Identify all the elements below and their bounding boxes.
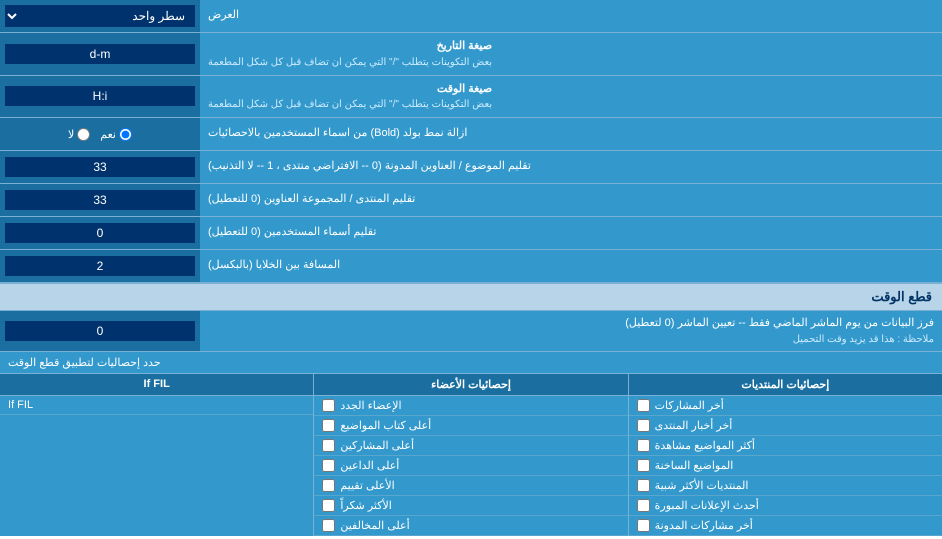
list-item: أحدث الإعلانات المبورة (629, 496, 942, 516)
display-mode-label: العرض (200, 0, 942, 32)
checkbox-top-topic-writers[interactable] (322, 419, 335, 432)
list-item: أخر أخبار المنتدى (629, 416, 942, 436)
display-mode-row: العرض سطر واحد سطران ثلاثة أسطر (0, 0, 942, 33)
bold-no-radio[interactable] (77, 128, 90, 141)
list-item-extra: If FIL (0, 396, 313, 415)
checkbox-most-thanked[interactable] (322, 499, 335, 512)
bold-remove-radio-cell: نعم لا (0, 118, 200, 150)
checkbox-hot-topics[interactable] (637, 459, 650, 472)
bold-remove-label: ازالة نمط بولد (Bold) من اسماء المستخدمي… (200, 118, 942, 150)
checkbox-last-posts[interactable] (637, 399, 650, 412)
time-format-input-cell (0, 76, 200, 118)
time-format-label-line2: بعض التكوينات يتطلب "/" التي يمكن ان تضا… (208, 97, 492, 112)
freeze-data-input-cell (0, 311, 200, 351)
cell-spacing-label: المسافة بين الخلايا (بالبكسل) (200, 250, 942, 282)
display-mode-select[interactable]: سطر واحد سطران ثلاثة أسطر (5, 5, 195, 27)
limit-label: حدد إحصاليات لتطبيق قطع الوقت (8, 356, 161, 369)
username-trim-input-cell (0, 217, 200, 249)
checkbox-top-inviters[interactable] (322, 459, 335, 472)
checkbox-top-posters[interactable] (322, 439, 335, 452)
freeze-data-main: فرز البيانات من يوم الماشر الماضي فقط --… (208, 315, 934, 332)
list-item: الإعضاء الجدد (314, 396, 627, 416)
username-trim-label: تقليم أسماء المستخدمين (0 للتعطيل) (200, 217, 942, 249)
list-item: أكثر المواضيع مشاهدة (629, 436, 942, 456)
topic-trim-row: تقليم الموضوع / العناوين المدونة (0 -- ا… (0, 151, 942, 184)
time-format-row: صيغة الوقت بعض التكوينات يتطلب "/" التي … (0, 76, 942, 119)
list-item: أعلى المخالفين (314, 516, 627, 536)
freeze-data-sub: ملاحظة : هذا قد يزيد وقت التحميل (208, 332, 934, 347)
limit-row: حدد إحصاليات لتطبيق قطع الوقت (0, 352, 942, 374)
checkbox-most-viewed[interactable] (637, 439, 650, 452)
topic-trim-input-cell (0, 151, 200, 183)
checkbox-top-violators[interactable] (322, 519, 335, 532)
topic-trim-input[interactable] (5, 157, 195, 177)
time-format-label-line1: صيغة الوقت (208, 81, 492, 98)
freeze-section-header: قطع الوقت (0, 283, 942, 311)
username-trim-input[interactable] (5, 223, 195, 243)
freeze-data-label: فرز البيانات من يوم الماشر الماضي فقط --… (200, 311, 942, 351)
list-item: أعلى الداعين (314, 456, 627, 476)
date-format-row: صيغة التاريخ بعض التكوينات يتطلب "/" الت… (0, 33, 942, 76)
freeze-data-row: فرز البيانات من يوم الماشر الماضي فقط --… (0, 311, 942, 352)
checkbox-active-forums[interactable] (637, 479, 650, 492)
list-item: المواضيع الساخنة (629, 456, 942, 476)
forum-trim-input[interactable] (5, 190, 195, 210)
list-item: أخر مشاركات المدونة (629, 516, 942, 536)
display-mode-input-cell: سطر واحد سطران ثلاثة أسطر (0, 0, 200, 32)
forum-trim-row: تقليم المنتدى / المجموعة العناوين (0 للت… (0, 184, 942, 217)
checkbox-top-rated[interactable] (322, 479, 335, 492)
checkboxes-col-members: الإعضاء الجدد أعلى كتاب المواضيع أعلى ال… (313, 396, 627, 536)
list-item: الأكثر شكراً (314, 496, 627, 516)
date-format-label: صيغة التاريخ بعض التكوينات يتطلب "/" الت… (200, 33, 942, 75)
checkboxes-header-row: إحصائيات المنتديات إحصائيات الأعضاء If F… (0, 374, 942, 396)
cell-spacing-input[interactable] (5, 256, 195, 276)
username-trim-row: تقليم أسماء المستخدمين (0 للتعطيل) (0, 217, 942, 250)
col-header-extra: If FIL (0, 374, 313, 395)
bold-no-label[interactable]: لا (68, 128, 90, 141)
bold-yes-label[interactable]: نعم (100, 128, 132, 141)
bold-yes-radio[interactable] (119, 128, 132, 141)
checkbox-new-members[interactable] (322, 399, 335, 412)
checkbox-blog-posts[interactable] (637, 519, 650, 532)
date-format-input[interactable] (5, 44, 195, 64)
list-item: أعلى المشاركين (314, 436, 627, 456)
topic-trim-label: تقليم الموضوع / العناوين المدونة (0 -- ا… (200, 151, 942, 183)
list-item: الأعلى تقييم (314, 476, 627, 496)
date-format-input-cell (0, 33, 200, 75)
checkboxes-col-extra: If FIL (0, 396, 313, 536)
checkbox-latest-announcements[interactable] (637, 499, 650, 512)
date-format-label-line2: بعض التكوينات يتطلب "/" التي يمكن ان تضا… (208, 55, 492, 70)
list-item: أخر المشاركات (629, 396, 942, 416)
bold-remove-row: ازالة نمط بولد (Bold) من اسماء المستخدمي… (0, 118, 942, 151)
time-format-input[interactable] (5, 86, 195, 106)
checkbox-forum-news[interactable] (637, 419, 650, 432)
checkboxes-body: أخر المشاركات أخر أخبار المنتدى أكثر الم… (0, 396, 942, 536)
date-format-label-line1: صيغة التاريخ (208, 38, 492, 55)
forum-trim-label: تقليم المنتدى / المجموعة العناوين (0 للت… (200, 184, 942, 216)
checkboxes-col-forums: أخر المشاركات أخر أخبار المنتدى أكثر الم… (628, 396, 942, 536)
col-header-members: إحصائيات الأعضاء (313, 374, 627, 395)
col-header-forums: إحصائيات المنتديات (628, 374, 942, 395)
freeze-data-input[interactable] (5, 321, 195, 341)
list-item: أعلى كتاب المواضيع (314, 416, 627, 436)
cell-spacing-row: المسافة بين الخلايا (بالبكسل) (0, 250, 942, 283)
forum-trim-input-cell (0, 184, 200, 216)
cell-spacing-input-cell (0, 250, 200, 282)
list-item: المنتديات الأكثر شبية (629, 476, 942, 496)
time-format-label: صيغة الوقت بعض التكوينات يتطلب "/" التي … (200, 76, 942, 118)
